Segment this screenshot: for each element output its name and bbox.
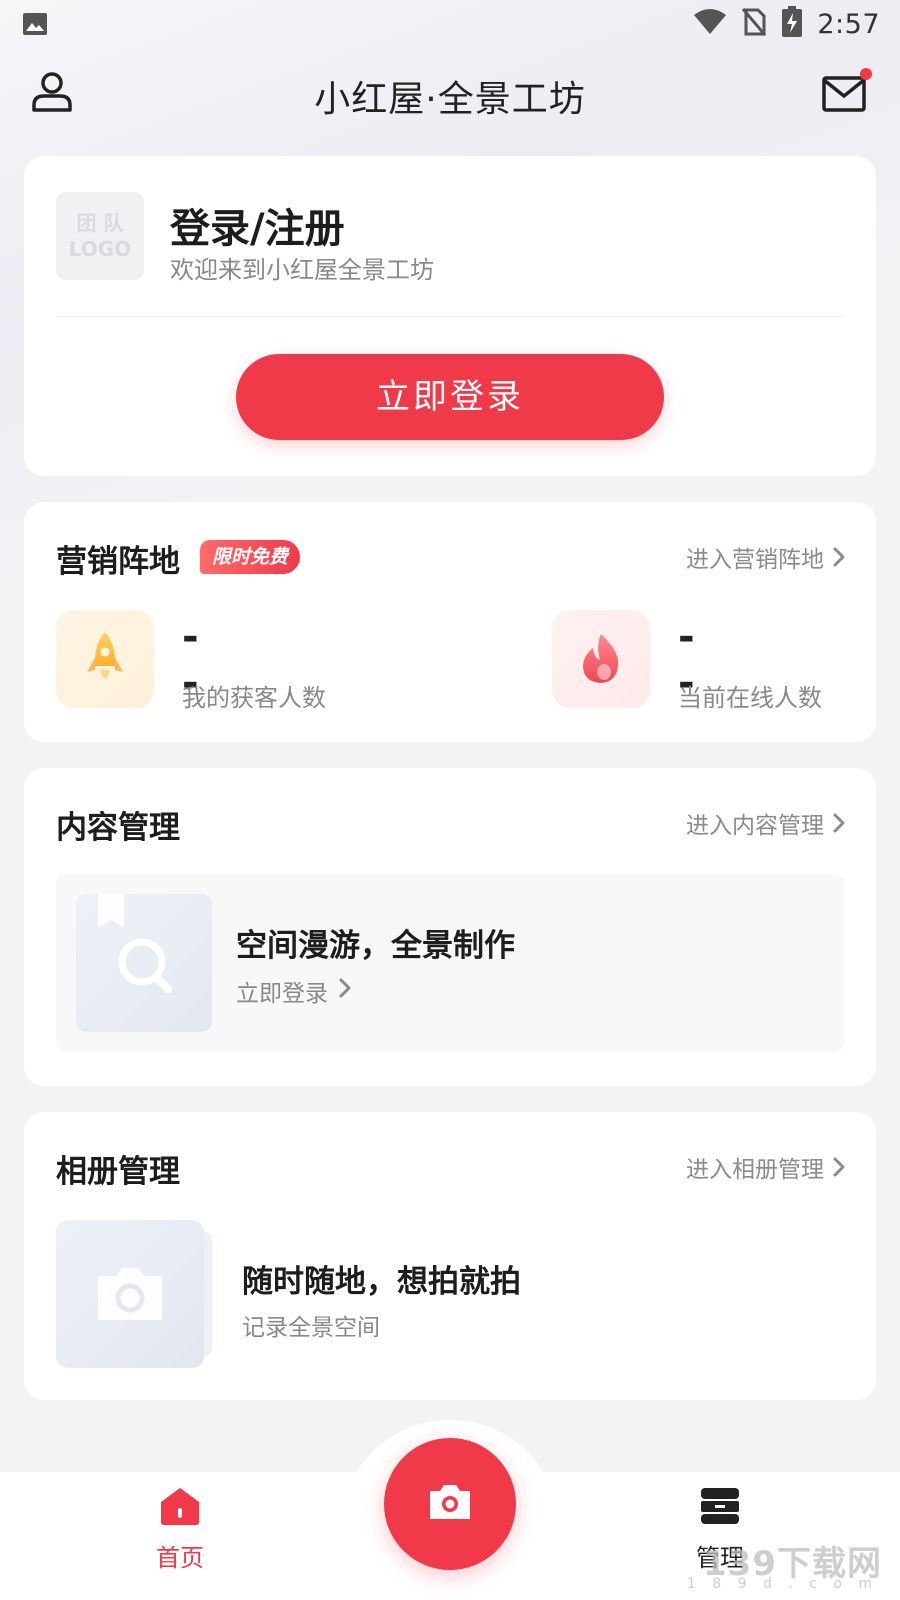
welcome-text: 欢迎来到小红屋全景工坊	[170, 256, 434, 284]
link-label: 进入内容管理	[686, 813, 824, 839]
chevron-right-icon	[338, 977, 352, 1005]
image-icon	[22, 13, 48, 40]
no-sim-icon	[741, 7, 767, 41]
enter-marketing-link[interactable]: 进入营销阵地	[686, 540, 846, 574]
enter-content-link[interactable]: 进入内容管理	[686, 806, 846, 840]
content-entry[interactable]: 空间漫游，全景制作 立即登录	[56, 874, 844, 1052]
mail-icon	[822, 76, 868, 118]
fire-icon	[552, 610, 650, 708]
messages-button[interactable]	[822, 68, 872, 116]
unread-dot	[860, 68, 872, 80]
login-now-button[interactable]: 立即登录	[236, 354, 664, 440]
home-icon	[158, 1488, 202, 1530]
chevron-right-icon	[832, 812, 846, 834]
leads-label: 我的获客人数	[182, 684, 326, 712]
marketing-card: 营销阵地 限时免费 进入营销阵地 -- 我的获客人数 -- 当前在线人数	[24, 502, 876, 742]
page-title: 小红屋·全景工坊	[314, 79, 586, 120]
logo-text-line1: 团 队	[76, 211, 124, 235]
bookmark-search-icon	[76, 894, 212, 1032]
content-item-title: 空间漫游，全景制作	[236, 928, 515, 964]
camera-icon	[426, 1482, 474, 1526]
limited-free-badge: 限时免费	[200, 540, 301, 574]
app-bar: 小红屋·全景工坊	[0, 58, 900, 126]
content-thumbnail	[76, 894, 212, 1032]
login-register-link[interactable]: 登录/注册	[170, 196, 345, 254]
clock: 2:57	[817, 8, 880, 40]
logo-text-line2: LOGO	[68, 237, 132, 261]
watermark-sub: 1 8 9 d . c o m	[686, 1576, 878, 1592]
section-title: 内容管理	[56, 810, 180, 846]
status-bar: 2:57	[0, 0, 900, 48]
tab-home-label: 首页	[156, 1544, 204, 1572]
camera-shoot-button[interactable]	[384, 1438, 516, 1570]
camera-icon	[56, 1268, 204, 1372]
wifi-icon	[693, 9, 727, 39]
link-label: 进入相册管理	[686, 1157, 824, 1183]
chevron-right-icon	[832, 1156, 846, 1178]
album-item-subtitle: 记录全景空间	[242, 1315, 380, 1341]
album-item-title: 随时随地，想拍就拍	[242, 1264, 521, 1300]
content-management-card: 内容管理 进入内容管理 空间漫游，全景制作 立即登录	[24, 768, 876, 1086]
section-title: 相册管理	[56, 1154, 180, 1190]
link-label: 进入营销阵地	[686, 547, 824, 573]
album-thumbnail[interactable]	[56, 1220, 204, 1368]
tab-home[interactable]: 首页	[120, 1486, 240, 1573]
enter-album-link[interactable]: 进入相册管理	[686, 1150, 846, 1184]
rocket-icon	[56, 610, 154, 708]
content-login-label: 立即登录	[236, 981, 328, 1007]
chevron-right-icon	[832, 546, 846, 568]
battery-charging-icon	[781, 6, 803, 42]
divider	[56, 316, 844, 317]
manage-icon	[699, 1488, 741, 1530]
content-login-link[interactable]: 立即登录	[236, 974, 352, 1008]
team-logo-placeholder: 团 队 LOGO	[56, 192, 144, 280]
app-screen: 2:57 小红屋·全景工坊 团 队 LOGO 登录/注册 欢迎来到小红屋全景工坊…	[0, 0, 900, 1600]
login-card: 团 队 LOGO 登录/注册 欢迎来到小红屋全景工坊 立即登录	[24, 156, 876, 476]
online-label: 当前在线人数	[678, 684, 822, 712]
section-title: 营销阵地	[56, 544, 180, 580]
album-management-card: 相册管理 进入相册管理 随时随地，想拍就拍 记录全景空间	[24, 1112, 876, 1400]
